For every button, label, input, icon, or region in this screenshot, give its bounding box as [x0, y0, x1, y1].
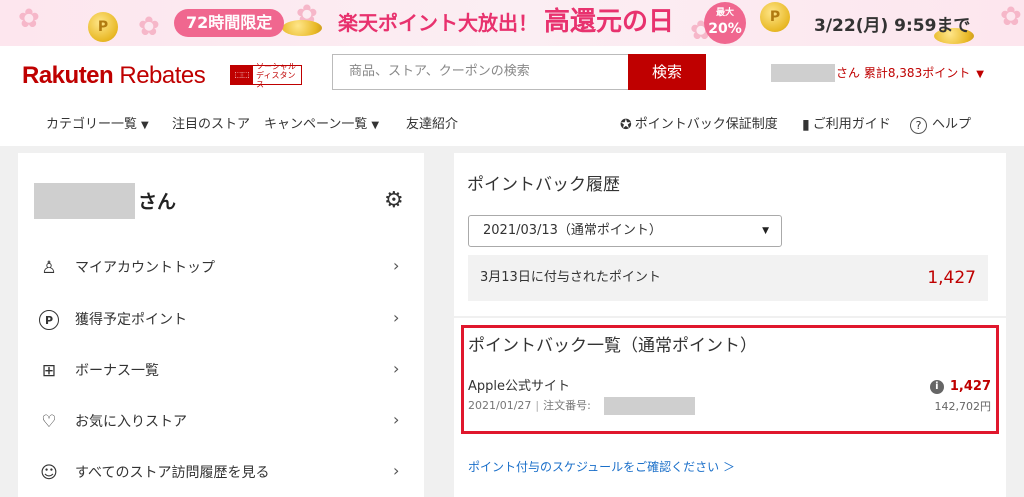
ribbon-icon: ✪ [620, 117, 632, 133]
banner-limited-pill: 72時間限定 [174, 9, 285, 37]
order-number-label: 注文番号: [543, 399, 591, 412]
nav-guide-label: ご利用ガイド [812, 117, 891, 132]
banner-deadline: 3/22(月) 9:59まで [814, 16, 971, 36]
user-points: 累計8,383ポイント [863, 66, 971, 80]
nav-guarantee[interactable]: ✪ ポイントバック保証制度 [620, 115, 778, 135]
sidebar-item-favorite-stores[interactable]: ♡ お気に入りストア › [18, 397, 424, 447]
schedule-section: ポイント付与のスケジュールをご確認ください ＞ [454, 442, 1006, 497]
nav-campaigns[interactable]: キャンペーン一覧 ▼ [264, 115, 379, 136]
rakuten-rebates-logo[interactable]: Rakuten Rebates [22, 62, 206, 90]
history-date-select[interactable]: 2021/03/13（通常ポイント） ▼ [468, 215, 782, 247]
point-coin-icon: P [760, 2, 790, 32]
person-icon: ♙ [41, 258, 57, 278]
history-summary: 3月13日に付与されたポイント 1,427 [468, 255, 988, 301]
history-date-value: 2021/03/13（通常ポイント） [483, 223, 662, 238]
chevron-right-icon: › [393, 308, 400, 327]
account-name-suffix: さん [138, 191, 177, 213]
sidebar-item-visit-history[interactable]: ☺ すべてのストア訪問履歴を見る › [18, 448, 424, 497]
nav-categories-label: カテゴリー一覧 [46, 117, 138, 132]
meta-divider: | [535, 399, 540, 412]
account-name-redacted [34, 183, 135, 219]
history-icon: ☺ [40, 463, 58, 483]
pointback-meta: 2021/01/27 | 注文番号: [468, 398, 591, 414]
account-sidebar: さん ⚙ ♙ マイアカウントトップ › P 獲得予定ポイント › ⊞ ボーナス一… [18, 153, 424, 497]
banner-headline: 楽天ポイント大放出！ 高還元の日 [338, 8, 674, 37]
search-input[interactable]: 商品、ストア、クーポンの検索 [332, 54, 629, 90]
caret-down-icon: ▼ [141, 120, 149, 131]
nav-help[interactable]: ? ヘルプ [910, 115, 971, 135]
promo-banner[interactable]: ✿ ✿ ✿ ✿ ✿ P P 72時間限定 楽天ポイント大放出！ 高還元の日 最大 … [0, 0, 1024, 46]
history-title: ポイントバック履歴 [467, 175, 620, 195]
nav-guarantee-label: ポイントバック保証制度 [634, 117, 778, 132]
schedule-link[interactable]: ポイント付与のスケジュールをご確認ください ＞ [468, 458, 735, 476]
sakura-petal-icon: ✿ [18, 4, 40, 34]
banner-badge-value: 20% [708, 21, 742, 37]
sidebar-item-label: ボーナス一覧 [75, 363, 159, 379]
nav-guide[interactable]: ▮ ご利用ガイド [802, 115, 891, 135]
chevron-right-icon: › [393, 359, 400, 378]
site-header: Rakuten Rebates ⬚⬚ ソーシャル ディスタンス 商品、ストア、ク… [0, 46, 1024, 104]
pointback-history-card: ポイントバック履歴 2021/03/13（通常ポイント） ▼ 3月13日に付与さ… [454, 153, 1006, 316]
sidebar-item-label: 獲得予定ポイント [75, 312, 187, 328]
order-number-redacted [604, 397, 695, 415]
gift-icon: ⊞ [41, 361, 57, 381]
nav-featured-stores[interactable]: 注目のストア [172, 115, 250, 135]
point-coin-icon [282, 20, 322, 36]
nav-campaigns-label: キャンペーン一覧 [264, 117, 368, 132]
pointback-date: 2021/01/27 [468, 399, 532, 412]
pointback-points: i 1,427 [929, 378, 991, 396]
user-suffix: さん [836, 66, 861, 80]
user-name-redacted [771, 64, 835, 82]
chevron-right-icon: › [393, 461, 400, 480]
pointback-points-value: 1,427 [949, 379, 991, 394]
sidebar-item-account-top[interactable]: ♙ マイアカウントトップ › [18, 243, 424, 293]
social-distance-icon: ⬚⬚ [231, 66, 253, 84]
nav-referral[interactable]: 友達紹介 [406, 115, 458, 135]
sakura-petal-icon: ✿ [138, 12, 160, 42]
sidebar-item-label: すべてのストア訪問履歴を見る [75, 465, 270, 481]
caret-down-icon: ▼ [976, 69, 984, 80]
user-points-menu[interactable]: さん 累計8,383ポイント ▼ [836, 64, 984, 84]
caret-down-icon: ▼ [371, 120, 380, 131]
sidebar-item-label: マイアカウントトップ [75, 260, 215, 276]
chevron-right-icon: › [393, 410, 400, 429]
pointback-price: 142,702円 [934, 400, 992, 413]
nav-help-label: ヘルプ [932, 117, 972, 132]
main-nav: カテゴリー一覧 ▼ 注目のストア キャンペーン一覧 ▼ 友達紹介 ✪ ポイントバック保… [0, 104, 1024, 146]
sakura-petal-icon: ✿ [1000, 2, 1022, 32]
caret-down-icon: ▼ [762, 226, 769, 236]
info-icon[interactable]: i [929, 380, 944, 394]
history-summary-value: 1,427 [927, 268, 976, 288]
sidebar-item-label: お気に入りストア [75, 414, 187, 430]
chevron-right-icon: › [393, 256, 400, 275]
logo-product: Rebates [119, 62, 206, 89]
sidebar-item-expected-points[interactable]: P 獲得予定ポイント › [18, 295, 424, 345]
social-distance-text: ソーシャル ディスタンス [256, 61, 296, 89]
pointback-list-title: ポイントバック一覧（通常ポイント） [468, 336, 757, 356]
nav-categories[interactable]: カテゴリー一覧 ▼ [46, 115, 149, 136]
banner-badge-top: 最大 [715, 8, 734, 18]
sidebar-item-bonus-list[interactable]: ⊞ ボーナス一覧 › [18, 346, 424, 396]
logo-brand: Rakuten [22, 62, 114, 89]
point-coin-icon: P [88, 12, 118, 42]
banner-headline-big: 高還元の日 [544, 7, 675, 37]
pointback-store-name[interactable]: Apple公式サイト [468, 378, 570, 396]
points-icon: P [39, 310, 59, 330]
book-icon: ▮ [802, 117, 810, 133]
gear-icon[interactable]: ⚙ [384, 190, 404, 212]
banner-headline-text: 楽天ポイント大放出！ [338, 11, 538, 35]
banner-rate-badge: 最大 20% [704, 2, 746, 44]
history-summary-label: 3月13日に付与されたポイント [480, 270, 661, 285]
help-icon: ? [910, 116, 927, 134]
heart-icon: ♡ [41, 412, 57, 432]
social-distance-badge: ⬚⬚ ソーシャル ディスタンス [230, 62, 302, 89]
pointback-list-card: ポイントバック一覧（通常ポイント） Apple公式サイト 2021/01/27 |… [454, 318, 1006, 442]
search-button[interactable]: 検索 [628, 54, 706, 90]
